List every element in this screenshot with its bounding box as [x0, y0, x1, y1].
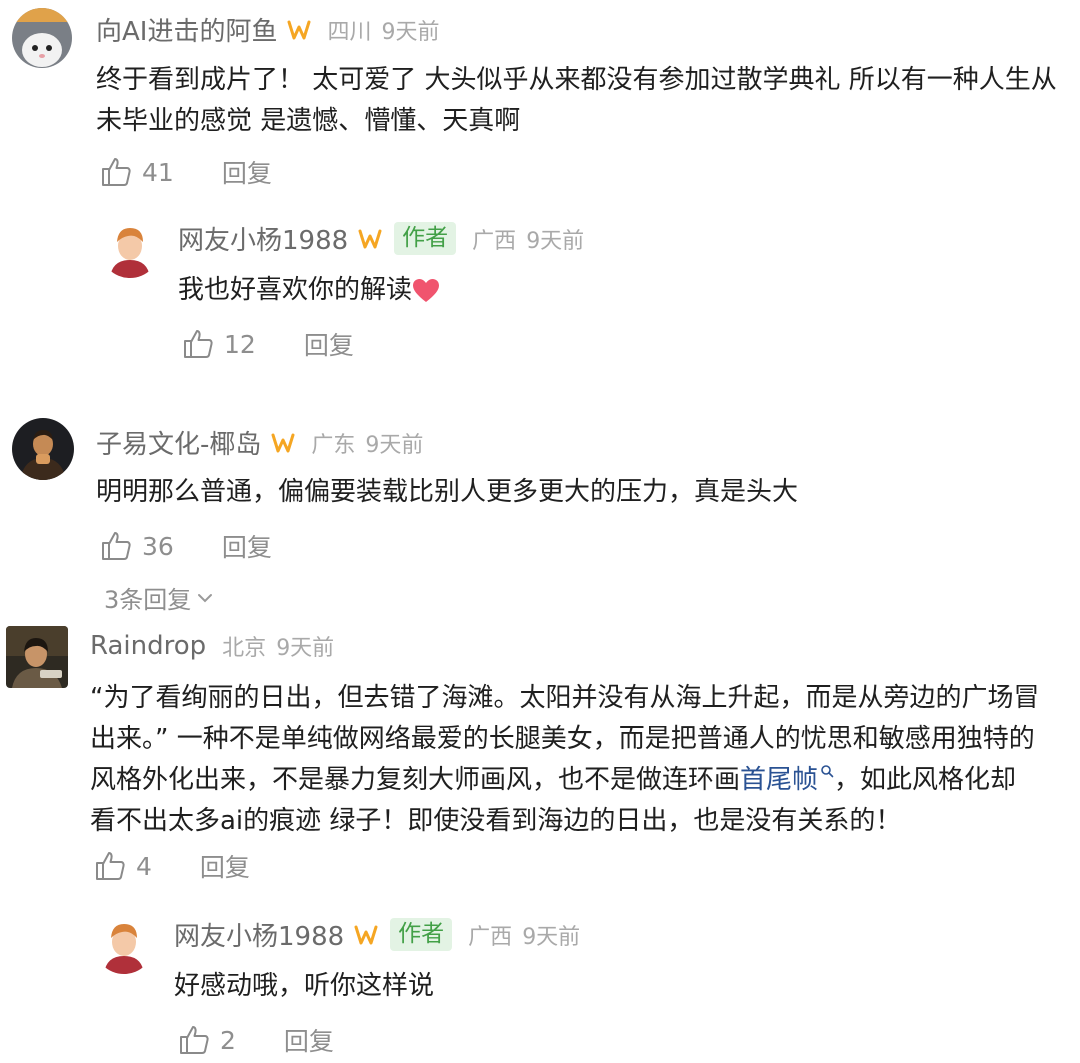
thumbs-up-icon	[102, 532, 131, 560]
like-button[interactable]: 41	[100, 156, 174, 188]
thumbs-up-icon	[96, 852, 125, 880]
heart-emoji-icon	[413, 278, 440, 302]
reply-button[interactable]: 回复	[222, 528, 272, 564]
reply-actions: 12 回复	[182, 326, 354, 362]
location: 广西	[468, 924, 513, 950]
reply-line: 我也好喜欢你的解读	[178, 275, 413, 305]
reply-button[interactable]: 回复	[222, 154, 272, 190]
creator-badge-icon	[287, 19, 311, 41]
creator-badge-icon	[358, 228, 382, 250]
timestamp: 9天前	[365, 432, 424, 458]
comment-line: 风格外化出来，不是暴力复刻大师画风，也不是做连环画首尾帧 ，如此风格化却	[90, 760, 1039, 801]
thumbs-up-icon	[180, 1026, 209, 1054]
timestamp: 9天前	[526, 228, 585, 254]
username[interactable]: 网友小杨1988	[174, 916, 344, 953]
like-count: 12	[224, 329, 256, 359]
comment-line: 未毕业的感觉 是遗憾、懵懂、天真啊	[96, 106, 521, 136]
comment-line: 终于看到成片了！ 太可爱了 大头似乎从来都没有参加过散学典礼 所以有一种人生从	[96, 65, 1057, 95]
timestamp: 9天前	[276, 636, 335, 661]
comment-header: 向AI进击的阿鱼 四川 9天前	[96, 11, 439, 48]
like-count: 2	[220, 1025, 236, 1055]
creator-badge-icon	[354, 924, 378, 946]
location: 广东	[311, 432, 356, 458]
comment-actions: 4 回复	[94, 848, 250, 884]
comment-actions: 41 回复	[100, 154, 272, 190]
username[interactable]: 向AI进击的阿鱼	[96, 11, 277, 48]
search-link[interactable]: 首尾帧	[740, 765, 834, 795]
reply-button[interactable]: 回复	[304, 326, 354, 362]
avatar[interactable]	[12, 418, 74, 480]
avatar[interactable]	[100, 218, 160, 278]
comment-fragment: ，如此风格化却	[834, 765, 1017, 795]
like-button[interactable]: 12	[182, 328, 256, 360]
reply-button[interactable]: 回复	[284, 1022, 334, 1058]
expand-replies-button[interactable]: 3条回复	[104, 580, 213, 615]
username[interactable]: Raindrop	[90, 631, 206, 661]
avatar[interactable]	[12, 8, 72, 68]
username[interactable]: 网友小杨1988	[178, 220, 348, 257]
timestamp: 9天前	[381, 19, 440, 45]
timestamp: 9天前	[522, 924, 581, 950]
author-tag: 作者	[390, 918, 453, 951]
reply-text: 我也好喜欢你的解读	[178, 270, 440, 311]
comment-actions: 36 回复	[100, 528, 272, 564]
like-count: 36	[142, 531, 174, 561]
comment-header: Raindrop 北京 9天前	[90, 630, 334, 662]
avatar[interactable]	[94, 914, 154, 974]
thumbs-up-icon	[184, 330, 213, 358]
author-tag: 作者	[394, 222, 457, 255]
reply-header: 网友小杨1988 作者 广西 9天前	[174, 916, 580, 953]
thumbs-up-icon	[102, 158, 131, 186]
location: 广西	[472, 228, 517, 254]
location: 四川	[327, 19, 372, 45]
chevron-down-icon	[198, 593, 213, 602]
comment-line: “为了看绚丽的日出，但去错了海滩。太阳并没有从海上升起，而是从旁边的广场冒	[90, 683, 1040, 713]
comment-fragment: 风格外化出来，不是暴力复刻大师画风，也不是做连环画	[90, 765, 741, 795]
creator-badge-icon	[271, 432, 295, 454]
location: 北京	[222, 636, 267, 661]
avatar[interactable]	[6, 626, 68, 688]
username[interactable]: 子易文化-椰岛	[96, 424, 261, 461]
reply-header: 网友小杨1988 作者 广西 9天前	[178, 220, 584, 257]
expand-replies-label: 3条回复	[104, 586, 192, 614]
comment-line: 看不出太多ai的痕迹 绿子！即使没看到海边的日出，也是没有关系的！	[90, 806, 902, 836]
comment-line: 出来。” 一种不是单纯做网络最爱的长腿美女，而是把普通人的忧思和敏感用独特的	[90, 724, 1035, 754]
reply-text: 好感动哦，听你这样说	[174, 971, 435, 1001]
search-icon	[821, 765, 834, 778]
like-button[interactable]: 2	[178, 1024, 236, 1056]
search-link-label: 首尾帧	[740, 765, 819, 795]
comment-header: 子易文化-椰岛 广东 9天前	[96, 424, 423, 461]
reply-actions: 2 回复	[178, 1022, 334, 1058]
reply-button[interactable]: 回复	[200, 848, 250, 884]
comment-text: 终于看到成片了！ 太可爱了 大头似乎从来都没有参加过散学典礼 所以有一种人生从 …	[96, 60, 1057, 142]
like-count: 41	[142, 157, 174, 187]
comment-thread: 向AI进击的阿鱼 四川 9天前 终于看到成片了！ 太可爱了 大头似乎从来都没有参…	[0, 0, 1080, 1063]
like-button[interactable]: 4	[94, 850, 152, 882]
like-count: 4	[136, 851, 152, 881]
comment-text: 明明那么普通，偏偏要装载比别人更多更大的压力，真是头大	[96, 477, 799, 507]
like-button[interactable]: 36	[100, 530, 174, 562]
comment-text: “为了看绚丽的日出，但去错了海滩。太阳并没有从海上升起，而是从旁边的广场冒 出来…	[90, 678, 1039, 842]
